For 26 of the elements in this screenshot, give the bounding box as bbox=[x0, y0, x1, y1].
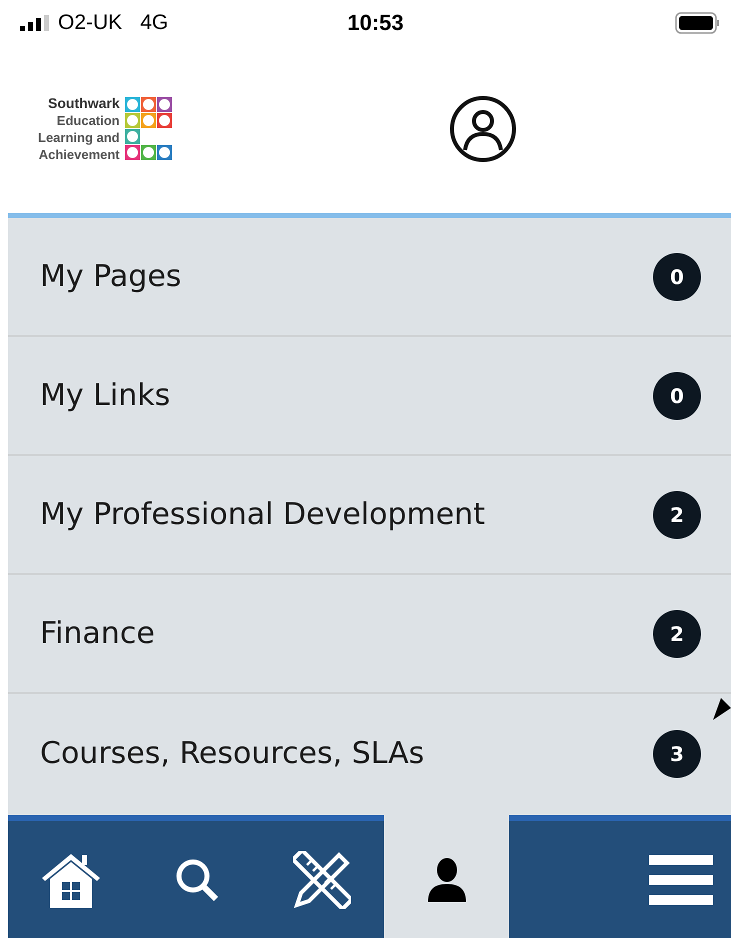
ruler-pencil-icon bbox=[292, 850, 350, 908]
profile-icon[interactable] bbox=[448, 95, 517, 163]
network-text: 4G bbox=[140, 10, 168, 34]
menu-icon bbox=[649, 854, 713, 904]
tab[interactable] bbox=[259, 815, 384, 938]
count-badge: 2 bbox=[653, 610, 701, 658]
tab[interactable] bbox=[8, 815, 134, 938]
count-badge: 3 bbox=[653, 730, 701, 778]
menu-item[interactable]: Courses, Resources, SLAs 3 bbox=[8, 694, 731, 813]
menu-item[interactable]: My Professional Development 2 bbox=[8, 456, 731, 575]
home-icon bbox=[40, 852, 102, 908]
menu-item[interactable]: My Links 0 bbox=[8, 337, 731, 456]
search-icon bbox=[174, 858, 218, 902]
battery-icon bbox=[675, 12, 719, 34]
menu-item[interactable]: My Pages 0 bbox=[8, 218, 731, 337]
count-badge: 0 bbox=[653, 252, 701, 300]
menu-item[interactable]: Finance 2 bbox=[8, 575, 731, 694]
logo: Southwark Education Learning and Achievement bbox=[38, 95, 174, 163]
pointer-icon bbox=[713, 698, 731, 720]
signal-icon bbox=[20, 14, 50, 30]
tab[interactable] bbox=[509, 815, 731, 938]
count-badge: 0 bbox=[653, 372, 701, 420]
person-icon bbox=[428, 858, 466, 902]
time-text: 10:53 bbox=[347, 10, 404, 36]
carrier-text: O2-UK bbox=[58, 10, 122, 34]
count-badge: 2 bbox=[653, 490, 701, 538]
